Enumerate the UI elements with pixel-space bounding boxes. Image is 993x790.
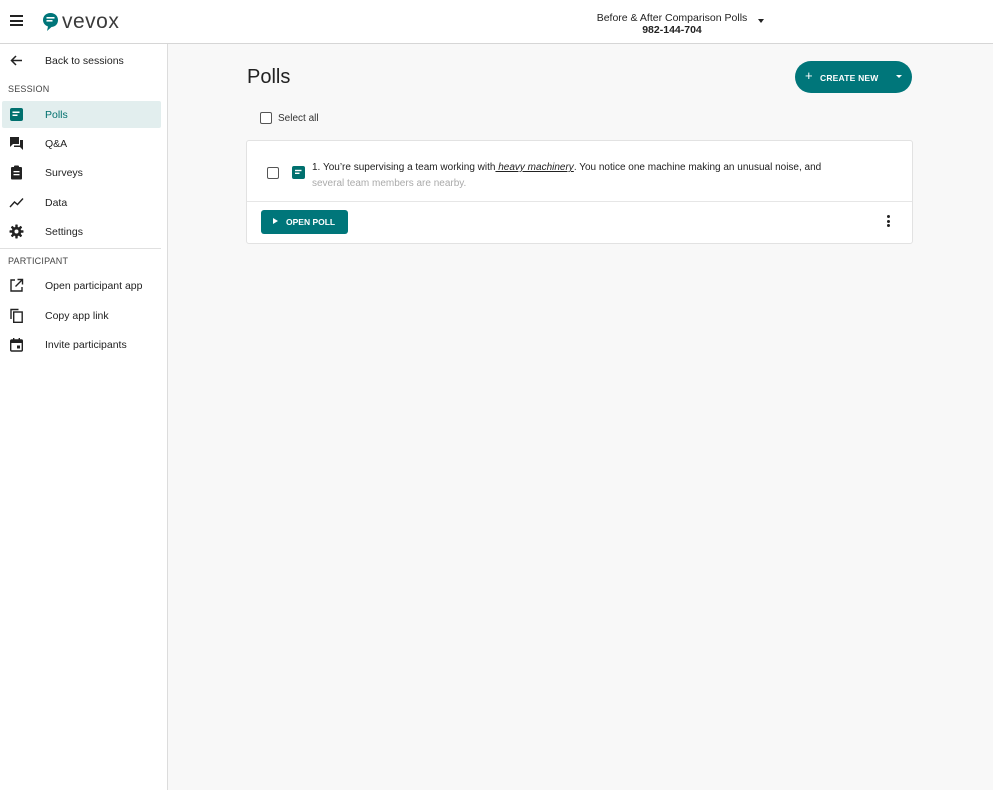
open-poll-label: OPEN POLL: [286, 217, 336, 227]
chevron-down-icon: [758, 19, 764, 23]
plus-icon: +: [805, 68, 813, 83]
poll-select-checkbox[interactable]: [267, 167, 279, 179]
poll-icon: [10, 108, 23, 121]
sidebar-item-label: Settings: [45, 226, 83, 238]
poll-card-divider: [247, 201, 912, 202]
open-poll-button[interactable]: OPEN POLL: [261, 210, 348, 234]
caret-down-icon: [896, 75, 902, 78]
poll-card: 1. You’re supervising a team working wit…: [246, 140, 913, 244]
session-title: Before & After Comparison Polls: [596, 12, 748, 24]
poll-icon: [292, 166, 305, 179]
back-to-sessions-label: Back to sessions: [45, 55, 124, 67]
poll-keyword: heavy machinery: [495, 162, 574, 173]
sidebar-item-label: Invite participants: [45, 339, 127, 351]
sidebar: Back to sessions SESSION Polls Q&A Surve…: [0, 44, 168, 790]
sidebar-item-polls[interactable]: Polls: [2, 101, 161, 128]
select-all-label: Select all: [278, 113, 319, 124]
logo-text: vevox: [62, 10, 120, 33]
poll-text-after: . You notice one machine making an unusu…: [573, 162, 822, 173]
session-section-label: SESSION: [8, 84, 50, 94]
trend-icon: [9, 198, 24, 208]
poll-text-before: You’re supervising a team working with: [320, 162, 496, 173]
clipboard-icon: [11, 165, 22, 180]
sidebar-item-label: Polls: [45, 109, 68, 121]
vevox-logo[interactable]: vevox: [42, 10, 119, 34]
sidebar-item-copy-app-link[interactable]: Copy app link: [2, 302, 161, 329]
sidebar-item-label: Copy app link: [45, 310, 109, 322]
sidebar-item-label: Q&A: [45, 138, 68, 150]
poll-question-text[interactable]: 1. You’re supervising a team working wit…: [312, 160, 872, 192]
create-new-button[interactable]: + CREATE NEW: [795, 61, 912, 93]
external-link-icon: [10, 278, 24, 292]
sidebar-item-label: Open participant app: [45, 280, 143, 292]
sidebar-item-qa[interactable]: Q&A: [2, 130, 161, 157]
menu-icon[interactable]: [10, 15, 23, 26]
sidebar-divider: [0, 248, 161, 249]
more-options-icon[interactable]: [882, 215, 894, 231]
session-code: 982-144-704: [642, 24, 702, 36]
select-all-checkbox[interactable]: [260, 112, 272, 124]
sidebar-item-settings[interactable]: Settings: [2, 218, 161, 245]
sidebar-item-open-participant-app[interactable]: Open participant app: [2, 272, 161, 299]
sidebar-item-label: Data: [45, 197, 68, 209]
arrow-left-icon: [10, 55, 22, 66]
play-icon: [273, 218, 278, 224]
gear-icon: [9, 224, 24, 239]
calendar-icon: [10, 338, 24, 352]
poll-text-faded: several team members are nearby.: [312, 178, 467, 189]
sidebar-item-label: Surveys: [45, 167, 83, 179]
sidebar-item-surveys[interactable]: Surveys: [2, 159, 161, 186]
create-new-dropdown-toggle[interactable]: [892, 61, 912, 93]
page-title: Polls: [247, 66, 291, 88]
qa-icon: [10, 137, 23, 150]
session-selector[interactable]: Before & After Comparison Polls 982-144-…: [590, 12, 770, 38]
copy-icon: [10, 308, 23, 323]
top-header: vevox Before & After Comparison Polls 98…: [0, 0, 993, 44]
vevox-logo-icon: [43, 13, 58, 31]
participant-section-label: PARTICIPANT: [8, 256, 69, 266]
sidebar-item-invite-participants[interactable]: Invite participants: [2, 331, 161, 358]
back-to-sessions-link[interactable]: Back to sessions: [2, 47, 161, 74]
sidebar-item-data[interactable]: Data: [2, 189, 161, 216]
create-new-label: CREATE NEW: [820, 73, 879, 83]
